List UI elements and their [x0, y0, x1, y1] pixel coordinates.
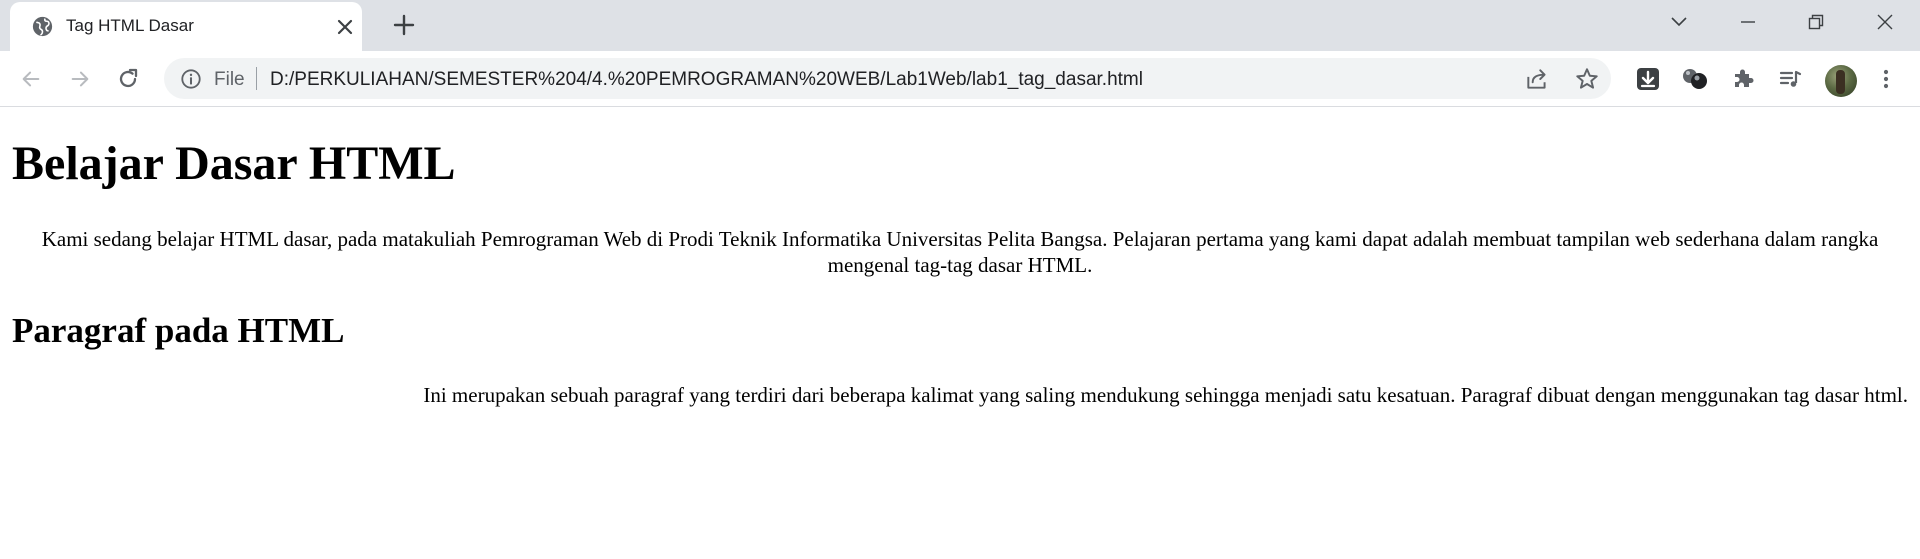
divider [256, 67, 257, 90]
section-heading: Paragraf pada HTML [12, 311, 345, 350]
share-icon[interactable] [1524, 66, 1550, 92]
minimize-icon[interactable] [1718, 0, 1778, 44]
window-close-icon[interactable] [1855, 0, 1915, 44]
forward-arrow-icon[interactable] [66, 65, 94, 93]
avatar[interactable] [1825, 65, 1857, 97]
page-heading: Belajar Dasar HTML [12, 137, 456, 190]
plus-icon[interactable] [392, 13, 416, 37]
url-text[interactable]: D:/PERKULIAHAN/SEMESTER%204/4.%20PEMROGR… [270, 69, 1143, 91]
info-icon[interactable] [180, 68, 202, 90]
kebab-menu-icon[interactable] [1872, 65, 1900, 93]
reload-icon[interactable] [114, 65, 142, 93]
browser-tab[interactable]: Tag HTML Dasar [10, 2, 362, 51]
browser-toolbar: File D:/PERKULIAHAN/SEMESTER%204/4.%20PE… [0, 51, 1920, 107]
tab-strip: Tag HTML Dasar [0, 0, 1920, 51]
globe-icon [32, 16, 53, 37]
scheme-label: File [214, 69, 245, 90]
puzzle-icon[interactable] [1728, 64, 1758, 94]
chevron-down-icon[interactable] [1649, 0, 1709, 44]
page-content: Belajar Dasar HTML Kami sedang belajar H… [0, 107, 1920, 559]
restore-icon[interactable] [1786, 0, 1846, 44]
star-icon[interactable] [1574, 66, 1600, 92]
close-icon[interactable] [336, 18, 354, 36]
download-extension-icon[interactable] [1633, 64, 1663, 94]
tab-title: Tag HTML Dasar [66, 16, 194, 35]
intro-paragraph: Kami sedang belajar HTML dasar, pada mat… [41, 227, 1879, 277]
media-queue-icon[interactable] [1775, 64, 1805, 94]
back-arrow-icon[interactable] [17, 65, 45, 93]
spheres-extension-icon[interactable] [1680, 64, 1710, 94]
section-paragraph: Ini merupakan sebuah paragraf yang terdi… [423, 383, 1908, 407]
address-bar[interactable]: File D:/PERKULIAHAN/SEMESTER%204/4.%20PE… [164, 58, 1611, 99]
